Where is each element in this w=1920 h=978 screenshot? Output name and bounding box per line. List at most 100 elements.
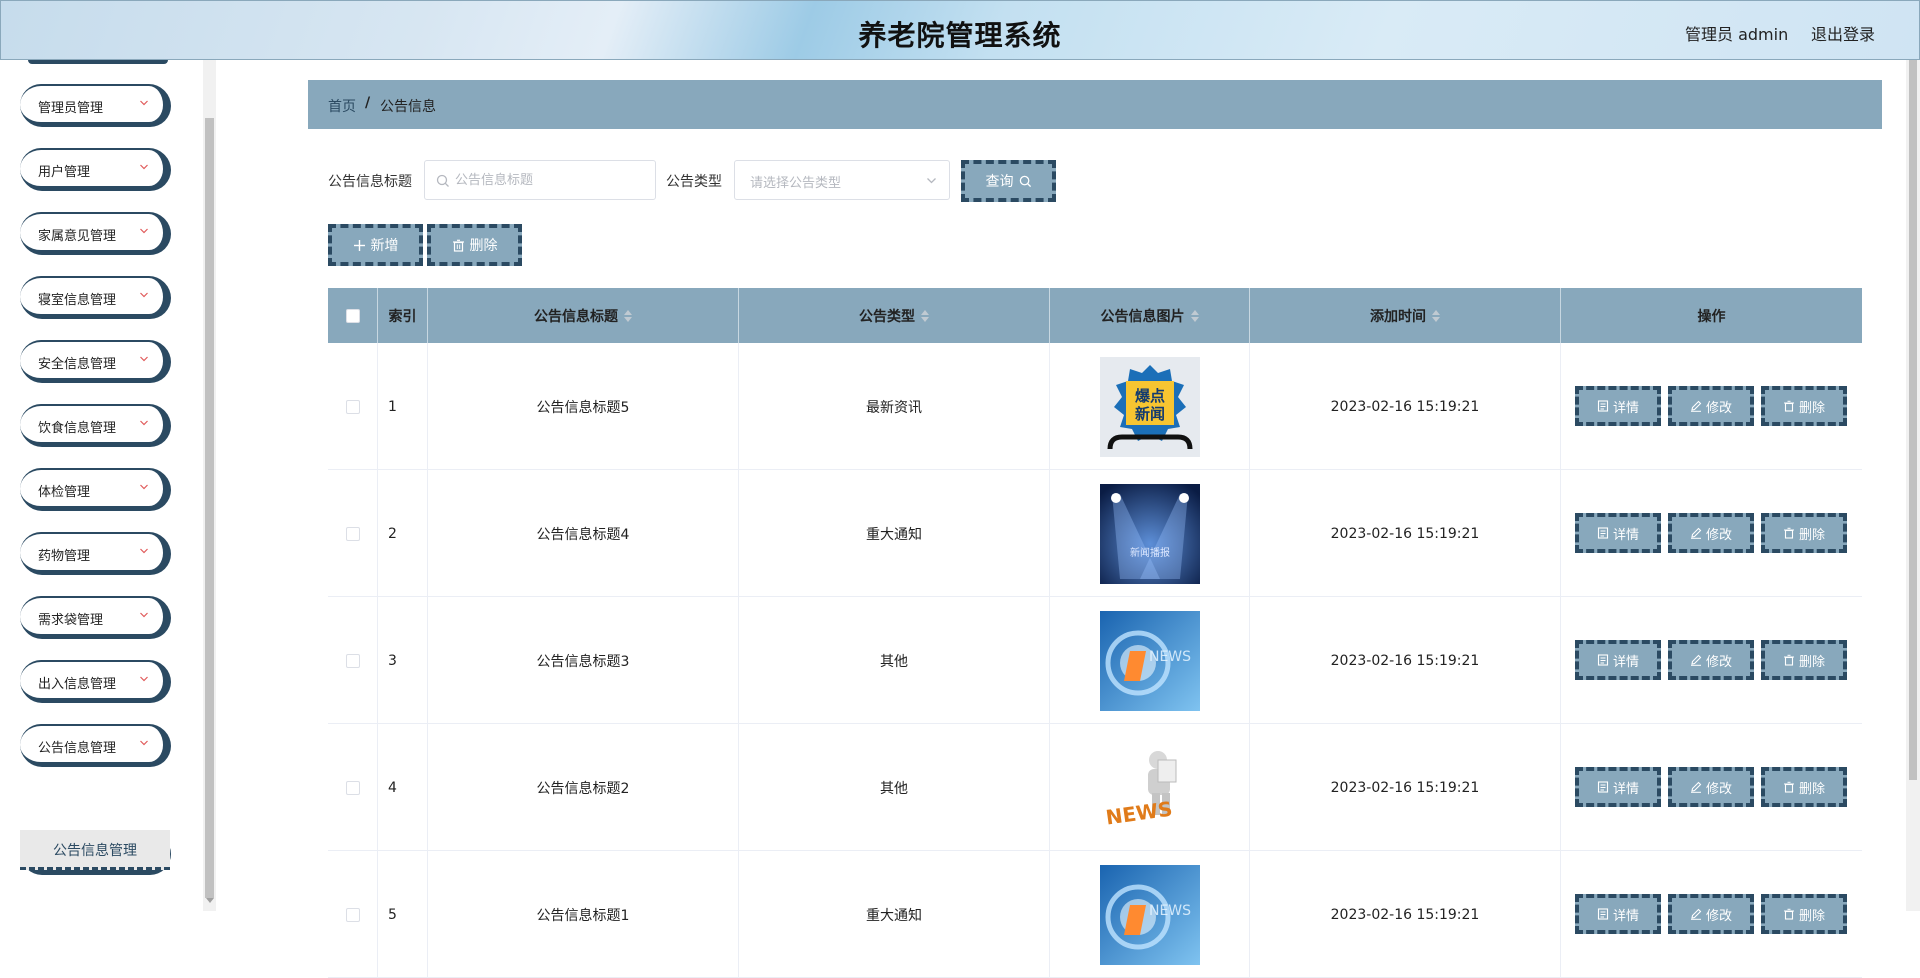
logout-link[interactable]: 退出登录: [1811, 21, 1875, 45]
scroll-down-arrow-icon[interactable]: [206, 898, 214, 903]
detail-button[interactable]: 详情: [1575, 640, 1661, 680]
svg-text:新闻: 新闻: [1134, 405, 1164, 423]
document-icon: [1597, 654, 1609, 666]
delete-button-label: 删除: [1798, 908, 1825, 924]
header-select-all: [328, 288, 378, 343]
row-checkbox[interactable]: [345, 907, 360, 922]
add-button[interactable]: 新增: [328, 224, 423, 266]
row-index: 1: [378, 343, 428, 470]
detail-button[interactable]: 详情: [1575, 767, 1661, 807]
title-search-input[interactable]: [455, 161, 650, 199]
delete-button[interactable]: 删除: [1761, 894, 1847, 934]
sidebar-menu-label: 公告信息管理: [38, 741, 117, 756]
detail-button[interactable]: 详情: [1575, 894, 1661, 934]
type-select[interactable]: 请选择公告类型: [734, 160, 950, 200]
sidebar-menu-item[interactable]: 安全信息管理: [20, 340, 170, 382]
delete-button[interactable]: 删除: [1761, 386, 1847, 426]
header-title[interactable]: 公告信息标题: [428, 288, 739, 343]
detail-button[interactable]: 详情: [1575, 386, 1661, 426]
chevron-down-icon: [140, 228, 148, 234]
sidebar-menu-item[interactable]: 需求袋管理: [20, 596, 170, 638]
trash-icon: [1783, 908, 1794, 920]
sort-icon[interactable]: [1432, 309, 1440, 323]
delete-button[interactable]: 删除: [1761, 767, 1847, 807]
chevron-down-icon: [140, 612, 148, 618]
table-row: 1 公告信息标题5 最新资讯 爆点 新闻 2023-02-16 15:19:21 详情 修改删…: [328, 343, 1862, 470]
sidebar-menu-label: 需求袋管理: [38, 613, 104, 628]
header-image[interactable]: 公告信息图片: [1050, 288, 1250, 343]
table-header: 索引 公告信息标题 公告类型 公告信息图片 添加时间 操作: [328, 288, 1862, 343]
row-checkbox[interactable]: [345, 780, 360, 795]
sidebar-menu-item[interactable]: 公告信息管理: [20, 724, 170, 766]
sort-icon[interactable]: [624, 309, 632, 323]
detail-button-label: 详情: [1612, 908, 1639, 924]
edit-button-label: 修改: [1705, 400, 1732, 416]
blue-news-image: NEWS: [1099, 610, 1200, 711]
sidebar-menu-item[interactable]: 用户管理: [20, 148, 170, 190]
edit-button[interactable]: 修改: [1668, 386, 1754, 426]
edit-button[interactable]: 修改: [1668, 894, 1754, 934]
sidebar-menu-label: 药物管理: [38, 549, 91, 564]
sidebar-menu-item[interactable]: 药物管理: [20, 532, 170, 574]
sidebar-scrollbar[interactable]: [203, 60, 216, 911]
search-icon: [436, 174, 449, 187]
breadcrumb-home[interactable]: 首页: [328, 96, 356, 116]
delete-button[interactable]: 删除: [1761, 513, 1847, 553]
row-index: 3: [378, 597, 428, 724]
sidebar-menu-item[interactable]: 寝室信息管理: [20, 276, 170, 318]
chevron-down-icon: [140, 420, 148, 426]
header-time[interactable]: 添加时间: [1250, 288, 1561, 343]
chevron-down-icon: [140, 292, 148, 298]
trash-icon: [1783, 527, 1794, 539]
sidebar-scrollbar-thumb[interactable]: [205, 118, 214, 898]
title-search-field[interactable]: [424, 160, 656, 200]
trash-icon: [1783, 781, 1794, 793]
sidebar-menu-item[interactable]: 出入信息管理: [20, 660, 170, 702]
header-type[interactable]: 公告类型: [739, 288, 1050, 343]
select-all-checkbox[interactable]: [345, 308, 360, 323]
row-index: 5: [378, 851, 428, 978]
row-checkbox[interactable]: [345, 526, 360, 541]
chevron-down-icon: [140, 164, 148, 170]
document-icon: [1597, 908, 1609, 920]
header-ops-label: 操作: [1697, 308, 1726, 325]
delete-button[interactable]: 删除: [1761, 640, 1847, 680]
sidebar-menu-label: 管理员管理: [38, 101, 104, 116]
chevron-down-icon: [140, 100, 148, 106]
row-title: 公告信息标题3: [428, 597, 739, 724]
row-checkbox[interactable]: [345, 653, 360, 668]
edit-icon: [1690, 400, 1702, 412]
edit-icon: [1690, 527, 1702, 539]
submenu-item-notice-management[interactable]: 公告信息管理: [20, 830, 170, 870]
sidebar-menu-item[interactable]: 体检管理: [20, 468, 170, 510]
sidebar-menu-item[interactable]: 管理员管理: [20, 84, 170, 126]
row-title: 公告信息标题5: [428, 343, 739, 470]
header-type-label: 公告类型: [859, 308, 915, 325]
row-checkbox[interactable]: [345, 399, 360, 414]
sort-icon[interactable]: [921, 309, 929, 323]
row-image-cell: 爆点 新闻: [1050, 343, 1250, 470]
sidebar-menu-label: 饮食信息管理: [38, 421, 117, 436]
sort-icon[interactable]: [1190, 309, 1199, 323]
delete-button-label: 删除: [1798, 400, 1825, 416]
detail-button-label: 详情: [1612, 400, 1639, 416]
edit-button[interactable]: 修改: [1668, 640, 1754, 680]
row-image-cell: 新闻播报: [1050, 470, 1250, 597]
query-button[interactable]: 查询: [961, 160, 1056, 202]
detail-button[interactable]: 详情: [1575, 513, 1661, 553]
app-title: 养老院管理系统: [858, 19, 1062, 52]
bulk-delete-button[interactable]: 删除: [427, 224, 522, 266]
row-image-cell: NEWS: [1050, 597, 1250, 724]
breadcrumb: 首页 / 公告信息: [308, 80, 1882, 129]
edit-icon: [1690, 654, 1702, 666]
page-scrollbar[interactable]: [1906, 60, 1920, 911]
sidebar-menu-item[interactable]: 家属意见管理: [20, 212, 170, 254]
edit-button[interactable]: 修改: [1668, 767, 1754, 807]
page-scrollbar-thumb[interactable]: [1909, 60, 1917, 780]
row-select-cell: [328, 597, 378, 724]
edit-button[interactable]: 修改: [1668, 513, 1754, 553]
sidebar-menu-label: 体检管理: [38, 485, 91, 500]
detail-button-label: 详情: [1612, 654, 1639, 670]
breadcrumb-current: 公告信息: [380, 99, 436, 115]
sidebar-menu-item[interactable]: 饮食信息管理: [20, 404, 170, 446]
